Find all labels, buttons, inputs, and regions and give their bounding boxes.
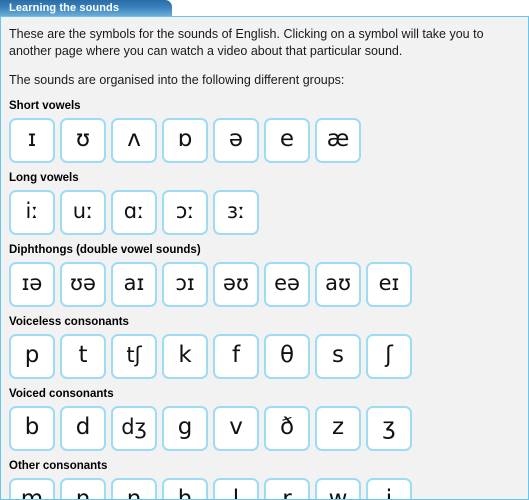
symbol-button[interactable]: h bbox=[162, 477, 208, 499]
symbol-row: mnŋhlrwj bbox=[9, 477, 518, 499]
symbol-button[interactable]: aɪ bbox=[111, 261, 157, 307]
symbol-button[interactable]: t bbox=[60, 333, 106, 379]
symbol-button[interactable]: ɪ bbox=[9, 117, 55, 163]
sound-group-title: Short vowels bbox=[9, 99, 81, 112]
symbol-button[interactable]: ð bbox=[264, 405, 310, 451]
tab-strip: Learning the sounds bbox=[0, 0, 529, 17]
symbol-button[interactable]: ʊə bbox=[60, 261, 106, 307]
symbol-button[interactable]: f bbox=[213, 333, 259, 379]
symbol-button[interactable]: l bbox=[213, 477, 259, 499]
sound-group: Long vowels iː uː ɑː ɔː ɜː bbox=[9, 172, 518, 235]
symbol-row: b d dʒ g v ð z ʒ bbox=[9, 405, 518, 451]
sound-group-title: Other consonants bbox=[9, 459, 108, 472]
symbol-button[interactable]: p bbox=[9, 333, 55, 379]
symbol-button[interactable]: aʊ bbox=[315, 261, 361, 307]
sound-group: Voiced consonants b d dʒ g v ð z ʒ bbox=[9, 388, 518, 451]
symbol-button[interactable]: ɔɪ bbox=[162, 261, 208, 307]
sound-group-title: Long vowels bbox=[9, 171, 79, 184]
symbol-button[interactable]: g bbox=[162, 405, 208, 451]
symbol-button[interactable]: iː bbox=[9, 189, 55, 235]
sound-group: Diphthongs (double vowel sounds) ɪə ʊə aɪ ɔɪ… bbox=[9, 244, 518, 307]
sound-group: Other consonants m n ŋ h l r w j bbox=[9, 459, 518, 499]
symbol-row: ɪʊʌɒəeæ bbox=[9, 117, 518, 163]
sound-groups: Short vowels ɪ ʊ ʌ ɒ ə e æ Long vowels iː uː ɑː ɔː ɜː… bbox=[9, 100, 518, 499]
symbol-button[interactable]: tʃ bbox=[111, 333, 157, 379]
content-panel-inner: These are the symbols for the sounds of … bbox=[1, 17, 528, 499]
sound-group-title: Diphthongs (double vowel sounds) bbox=[9, 243, 201, 256]
sound-group-title: Voiced consonants bbox=[9, 387, 114, 400]
sound-group-title: Voiceless consonants bbox=[9, 315, 129, 328]
symbol-button[interactable]: ʃ bbox=[366, 333, 412, 379]
symbol-row: ɪə ʊə aɪ ɔɪ əʊ eə aʊ eɪ bbox=[9, 261, 518, 307]
symbol-button[interactable]: eɪ bbox=[366, 261, 412, 307]
symbol-button[interactable]: ʌ bbox=[111, 117, 157, 163]
symbol-button[interactable]: m bbox=[9, 477, 55, 499]
symbol-button[interactable]: ɪə bbox=[9, 261, 55, 307]
intro-paragraph-2: The sounds are organised into the follow… bbox=[9, 73, 345, 87]
symbol-button[interactable]: æ bbox=[315, 117, 361, 163]
symbol-button[interactable]: j bbox=[366, 477, 412, 499]
symbol-button[interactable]: e bbox=[264, 117, 310, 163]
sound-group: Voiceless consonants p t tʃ k f θ s ʃ bbox=[9, 316, 518, 379]
symbol-button[interactable]: ɒ bbox=[162, 117, 208, 163]
symbol-button[interactable]: ɑː bbox=[111, 189, 157, 235]
symbol-button[interactable]: ə bbox=[213, 117, 259, 163]
intro-paragraph-1: These are the symbols for the sounds of … bbox=[9, 27, 484, 58]
symbol-button[interactable]: θ bbox=[264, 333, 310, 379]
symbol-button[interactable]: k bbox=[162, 333, 208, 379]
page-root: Learning the sounds These are the symbol… bbox=[0, 0, 529, 500]
symbol-row: iː uː ɑː ɔː ɜː bbox=[9, 189, 518, 235]
symbol-button[interactable]: r bbox=[264, 477, 310, 499]
content-panel: These are the symbols for the sounds of … bbox=[0, 16, 529, 500]
symbol-row: p t tʃ k f θ s ʃ bbox=[9, 333, 518, 379]
symbol-button[interactable]: w bbox=[315, 477, 361, 499]
symbol-button[interactable]: s bbox=[315, 333, 361, 379]
symbol-button[interactable]: z bbox=[315, 405, 361, 451]
symbol-button[interactable]: v bbox=[213, 405, 259, 451]
symbol-button[interactable]: b bbox=[9, 405, 55, 451]
symbol-button[interactable]: ʊ bbox=[60, 117, 106, 163]
symbol-button[interactable]: ʒ bbox=[366, 405, 412, 451]
symbol-button[interactable]: eə bbox=[264, 261, 310, 307]
symbol-button[interactable]: əʊ bbox=[213, 261, 259, 307]
tab-learning-the-sounds[interactable]: Learning the sounds bbox=[0, 0, 172, 17]
symbol-button[interactable]: n bbox=[60, 477, 106, 499]
symbol-button[interactable]: ɔː bbox=[162, 189, 208, 235]
symbol-button[interactable]: ɜː bbox=[213, 189, 259, 235]
symbol-button[interactable]: uː bbox=[60, 189, 106, 235]
symbol-button[interactable]: ŋ bbox=[111, 477, 157, 499]
symbol-button[interactable]: dʒ bbox=[111, 405, 157, 451]
sound-group: Short vowels ɪ ʊ ʌ ɒ ə e æ bbox=[9, 100, 518, 163]
symbol-button[interactable]: d bbox=[60, 405, 106, 451]
